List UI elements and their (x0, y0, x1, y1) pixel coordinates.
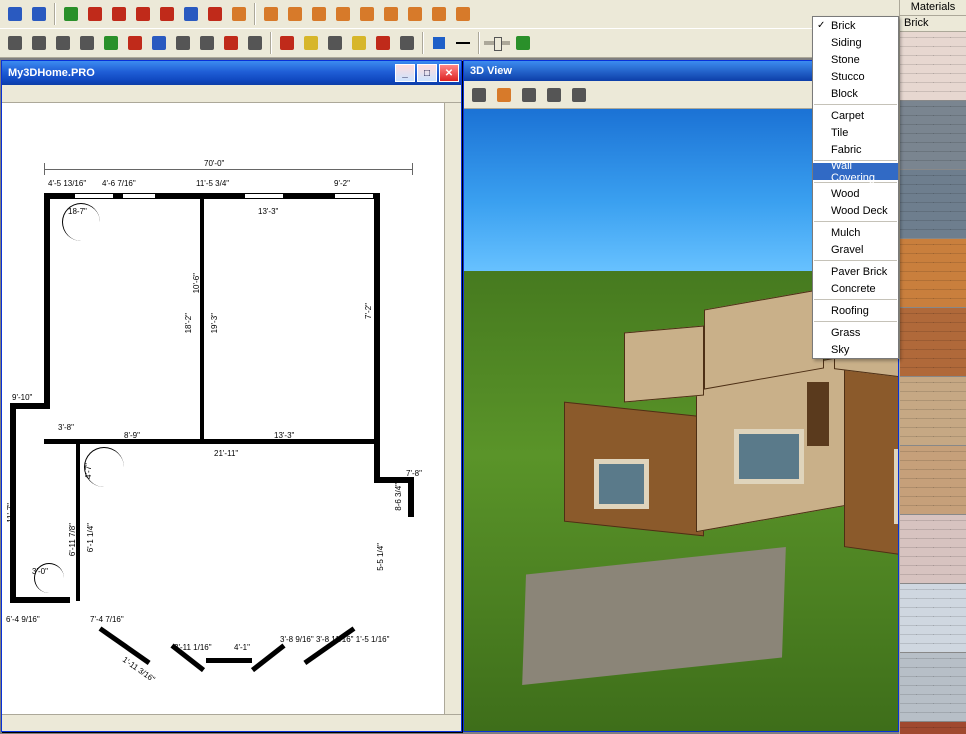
slide-icon[interactable] (4, 32, 26, 54)
scrollbar-vertical[interactable] (444, 103, 461, 714)
line-swatch[interactable] (452, 32, 474, 54)
materials-panel: Materials Brick (899, 0, 966, 734)
lamp-icon[interactable] (348, 32, 370, 54)
ruler-icon[interactable] (568, 84, 590, 106)
fence4-icon[interactable] (156, 3, 178, 25)
materials-category[interactable]: Brick (900, 16, 966, 32)
materials-dropdown-menu: BrickSidingStoneStuccoBlock CarpetTileFab… (812, 16, 899, 359)
title-2d: My3DHome.PRO (8, 67, 393, 79)
menu-item-grass[interactable]: Grass (813, 324, 898, 341)
material-swatch[interactable] (900, 446, 966, 515)
menu-item-paver-brick[interactable]: Paver Brick (813, 263, 898, 280)
maximize-button[interactable]: □ (417, 64, 437, 82)
sun-icon[interactable] (493, 84, 515, 106)
menu-item-siding[interactable]: Siding (813, 34, 898, 51)
material-icon[interactable] (300, 32, 322, 54)
hydrant-icon[interactable] (372, 32, 394, 54)
wave-blue-icon[interactable] (148, 32, 170, 54)
dim-label: 70'-0" (204, 159, 224, 168)
material-swatch[interactable] (900, 515, 966, 584)
menu-item-carpet[interactable]: Carpet (813, 107, 898, 124)
menu-item-fabric[interactable]: Fabric (813, 141, 898, 158)
tractor-icon[interactable] (324, 32, 346, 54)
menu-item-wood-deck[interactable]: Wood Deck (813, 202, 898, 219)
material-swatch[interactable] (900, 308, 966, 377)
menu-item-stone[interactable]: Stone (813, 51, 898, 68)
menu-item-stucco[interactable]: Stucco (813, 68, 898, 85)
fence-low-icon[interactable] (220, 32, 242, 54)
scrollbar-horizontal[interactable] (2, 714, 461, 731)
menu-item-gravel[interactable]: Gravel (813, 241, 898, 258)
flowerbed-icon[interactable] (76, 32, 98, 54)
page-icon[interactable] (28, 3, 50, 25)
menu-item-wall-covering[interactable]: Wall Covering (813, 163, 898, 180)
pond-icon[interactable] (172, 32, 194, 54)
roof7-icon[interactable] (404, 3, 426, 25)
roof5-icon[interactable] (356, 3, 378, 25)
fence2-icon[interactable] (108, 3, 130, 25)
material-swatch[interactable] (900, 584, 966, 653)
square-green-icon[interactable] (100, 32, 122, 54)
arrow-red-icon[interactable] (276, 32, 298, 54)
roof2-icon[interactable] (284, 3, 306, 25)
window-2d-plan: My3DHome.PRO _ □ ✕ (1, 60, 462, 732)
roof3-icon[interactable] (308, 3, 330, 25)
spacer-balls-icon[interactable] (244, 32, 266, 54)
materials-heading: Materials (900, 0, 966, 16)
rock-icon[interactable] (396, 32, 418, 54)
curve-red-icon[interactable] (124, 32, 146, 54)
seesaw-icon[interactable] (28, 32, 50, 54)
title-3d: 3D View (470, 65, 512, 77)
material-swatch[interactable] (900, 653, 966, 722)
brush-icon[interactable] (543, 84, 565, 106)
menu-item-brick[interactable]: Brick (813, 17, 898, 34)
pool-icon[interactable] (180, 3, 202, 25)
roof8-icon[interactable] (428, 3, 450, 25)
walk-icon[interactable] (468, 84, 490, 106)
plan-canvas[interactable]: 70'-0" 4'-5 13/16" 4'-6 7/16" 11'-5 3/4"… (4, 103, 444, 714)
bench-icon[interactable] (52, 32, 74, 54)
slider[interactable] (484, 41, 510, 45)
titlebar-2d[interactable]: My3DHome.PRO _ □ ✕ (2, 61, 461, 85)
roof9-icon[interactable] (452, 3, 474, 25)
grid-icon[interactable] (60, 3, 82, 25)
fence1-icon[interactable] (84, 3, 106, 25)
book-icon[interactable] (4, 3, 26, 25)
material-swatch[interactable] (900, 101, 966, 170)
roof6-icon[interactable] (380, 3, 402, 25)
nosmoking-icon[interactable] (204, 3, 226, 25)
menu-item-mulch[interactable]: Mulch (813, 224, 898, 241)
material-swatch[interactable] (900, 32, 966, 101)
menu-item-tile[interactable]: Tile (813, 124, 898, 141)
menu-item-sky[interactable]: Sky (813, 341, 898, 358)
color-swatch[interactable] (428, 32, 450, 54)
material-swatch[interactable] (900, 170, 966, 239)
roof1-icon[interactable] (260, 3, 282, 25)
material-swatch[interactable] (900, 239, 966, 308)
menu-item-roofing[interactable]: Roofing (813, 302, 898, 319)
circle-dark-icon[interactable] (196, 32, 218, 54)
plan-subtoolbar (2, 85, 461, 103)
workspace: My3DHome.PRO _ □ ✕ (0, 58, 899, 734)
balloons-icon[interactable] (228, 3, 250, 25)
materials-swatch-list (900, 32, 966, 734)
material-swatch[interactable] (900, 722, 966, 734)
menu-item-concrete[interactable]: Concrete (813, 280, 898, 297)
tree-icon[interactable] (512, 32, 534, 54)
menu-item-block[interactable]: Block (813, 85, 898, 102)
material-swatch[interactable] (900, 377, 966, 446)
close-button[interactable]: ✕ (439, 64, 459, 82)
fence3-icon[interactable] (132, 3, 154, 25)
menu-item-wood[interactable]: Wood (813, 185, 898, 202)
roof4-icon[interactable] (332, 3, 354, 25)
bulb-icon[interactable] (518, 84, 540, 106)
minimize-button[interactable]: _ (395, 64, 415, 82)
